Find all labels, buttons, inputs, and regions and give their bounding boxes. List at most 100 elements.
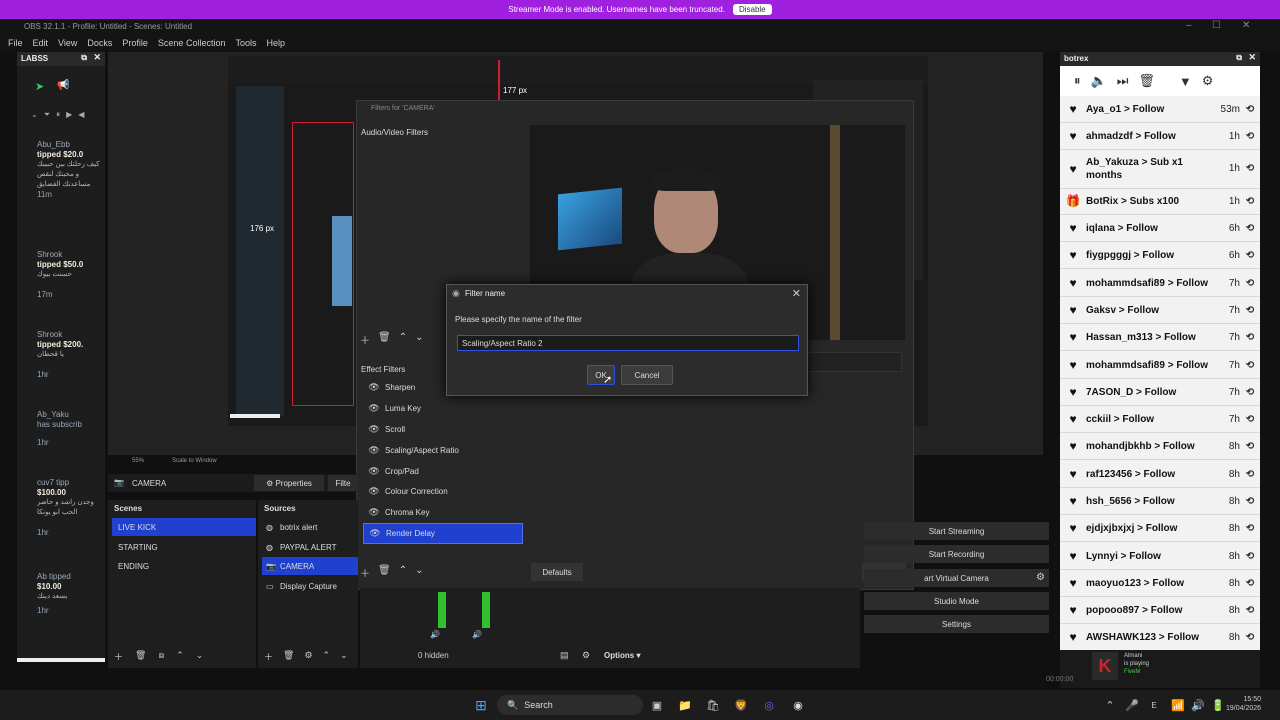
down-icon[interactable]: ⌄: [415, 565, 423, 580]
obs-icon[interactable]: ◉: [790, 697, 806, 713]
mic-icon[interactable]: 🎤: [1124, 697, 1140, 713]
replay-icon[interactable]: ⟲: [1240, 551, 1260, 562]
skip-icon[interactable]: ⏭: [1117, 73, 1129, 89]
replay-icon[interactable]: ⟲: [1240, 332, 1260, 343]
eye-icon[interactable]: 👁: [363, 507, 385, 518]
battery-icon[interactable]: 🔋: [1210, 697, 1226, 713]
eye-icon[interactable]: 👁: [363, 445, 385, 456]
options-button[interactable]: Options ▾: [604, 651, 640, 660]
replay-icon[interactable]: ⟲: [1240, 632, 1260, 643]
menu-help[interactable]: Help: [266, 38, 285, 48]
replay-icon[interactable]: ⟲: [1240, 278, 1260, 289]
filter-item[interactable]: 👁 Scroll: [363, 420, 523, 439]
replay-icon[interactable]: ⟲: [1240, 387, 1260, 398]
trash-icon[interactable]: 🗑: [135, 650, 146, 663]
brave-icon[interactable]: 🦁: [733, 697, 749, 713]
gear-icon[interactable]: ⚙: [1036, 572, 1045, 583]
replay-icon[interactable]: ⟲: [1240, 196, 1260, 207]
replay-icon[interactable]: ⟲: [1240, 523, 1260, 534]
menu-docks[interactable]: Docks: [87, 38, 112, 48]
source-item[interactable]: ▭ Display Capture: [262, 577, 358, 595]
chevron-up-icon[interactable]: ⌃: [1102, 697, 1118, 713]
zoom-level[interactable]: 55%: [132, 458, 144, 464]
filter-item-selected[interactable]: 👁 Render Delay: [363, 523, 523, 544]
defaults-button[interactable]: Defaults: [531, 563, 583, 581]
filter-icon[interactable]: ▼: [1179, 74, 1192, 89]
filter-item[interactable]: 👁 Luma Key: [363, 399, 523, 418]
trash-icon[interactable]: 🗑: [378, 565, 391, 580]
eye-icon[interactable]: 👁: [363, 424, 385, 435]
add-icon[interactable]: ＋: [264, 650, 273, 663]
gear-icon[interactable]: ⚙: [304, 650, 312, 663]
menu-view[interactable]: View: [58, 38, 77, 48]
eye-icon[interactable]: 👁: [363, 486, 385, 497]
replay-icon[interactable]: ⟲: [1240, 104, 1260, 115]
volume-icon[interactable]: 🔈: [1091, 73, 1107, 89]
replay-icon[interactable]: ⟲: [1240, 223, 1260, 234]
down-icon[interactable]: ⌄: [340, 650, 348, 663]
scene-item-starting[interactable]: STARTING: [112, 538, 256, 556]
float-icon[interactable]: ⧉: [81, 53, 87, 63]
replay-icon[interactable]: ⟲: [1240, 441, 1260, 452]
source-item-selected[interactable]: 📷 CAMERA: [262, 557, 358, 575]
store-icon[interactable]: 🛍: [705, 697, 721, 713]
replay-icon[interactable]: ⟲: [1240, 496, 1260, 507]
speaker-icon[interactable]: 🔊: [472, 630, 482, 639]
replay-icon[interactable]: ⟲: [1240, 414, 1260, 425]
menu-file[interactable]: File: [8, 38, 23, 48]
replay-icon[interactable]: ⟲: [1240, 131, 1260, 142]
scene-item-live-kick[interactable]: LIVE KICK: [112, 518, 256, 536]
speaker-icon[interactable]: 🔊: [1190, 697, 1206, 713]
pause-icon[interactable]: ⏸: [1074, 73, 1081, 89]
properties-button[interactable]: ⚙ Properties: [254, 475, 324, 491]
float-icon[interactable]: ⧉: [1236, 53, 1242, 63]
close-icon[interactable]: ✕: [93, 52, 101, 63]
trash-icon[interactable]: 🗑: [1138, 73, 1155, 89]
replay-icon[interactable]: ⟲: [1240, 305, 1260, 316]
add-icon[interactable]: ＋: [114, 650, 123, 663]
start-recording-button[interactable]: Start Recording: [864, 545, 1049, 563]
send-icon[interactable]: ➤: [35, 80, 44, 93]
disable-button[interactable]: Disable: [732, 4, 772, 15]
speaker-icon[interactable]: 🔊: [430, 630, 440, 639]
filter-icon[interactable]: ⧈: [158, 650, 164, 663]
file-explorer-icon[interactable]: 📁: [677, 697, 693, 713]
trash-icon[interactable]: 🗑: [283, 650, 294, 663]
studio-mode-button[interactable]: Studio Mode: [864, 592, 1049, 610]
down-icon[interactable]: ⌄: [415, 332, 423, 347]
maximize-icon[interactable]: ☐: [1212, 20, 1221, 31]
trash-icon[interactable]: 🗑: [378, 332, 391, 347]
replay-icon[interactable]: ⟲: [1240, 163, 1260, 174]
settings-button[interactable]: Settings: [864, 615, 1049, 633]
source-item[interactable]: ◍ PAYPAL ALERT: [262, 538, 358, 556]
eye-icon[interactable]: 👁: [363, 382, 385, 393]
menu-tools[interactable]: Tools: [235, 38, 256, 48]
filter-item[interactable]: 👁 Crop/Pad: [363, 462, 523, 481]
scale-mode[interactable]: Scale to Window: [172, 458, 217, 464]
eye-icon[interactable]: 👁: [363, 466, 385, 477]
filter-item[interactable]: 👁 Chroma Key: [363, 503, 523, 522]
start-virtual-camera-button[interactable]: art Virtual Camera: [864, 569, 1049, 587]
language-indicator[interactable]: E: [1146, 697, 1162, 713]
menu-profile[interactable]: Profile: [122, 38, 148, 48]
up-icon[interactable]: ⌃: [399, 565, 407, 580]
gear-icon[interactable]: ⚙: [1202, 73, 1214, 89]
hidden-count[interactable]: 0 hidden: [418, 651, 449, 660]
replay-icon[interactable]: ⟲: [1240, 605, 1260, 616]
close-icon[interactable]: ✕: [792, 287, 801, 300]
menu-edit[interactable]: Edit: [33, 38, 49, 48]
close-icon[interactable]: ✕: [1242, 20, 1250, 31]
eye-icon[interactable]: 👁: [364, 528, 386, 539]
up-icon[interactable]: ⌃: [399, 332, 407, 347]
add-icon[interactable]: ＋: [360, 332, 370, 347]
layout-icon[interactable]: ▤: [560, 650, 569, 661]
replay-icon[interactable]: ⟲: [1240, 469, 1260, 480]
add-icon[interactable]: ＋: [360, 565, 370, 580]
replay-icon[interactable]: ⟲: [1240, 578, 1260, 589]
up-icon[interactable]: ⌃: [176, 650, 184, 663]
filters-button[interactable]: Filte: [328, 475, 358, 491]
windows-start-icon[interactable]: ⊞: [473, 697, 489, 713]
minimize-icon[interactable]: –: [1186, 20, 1192, 31]
menu-scene-collection[interactable]: Scene Collection: [158, 38, 226, 48]
wifi-icon[interactable]: 📶: [1170, 697, 1186, 713]
